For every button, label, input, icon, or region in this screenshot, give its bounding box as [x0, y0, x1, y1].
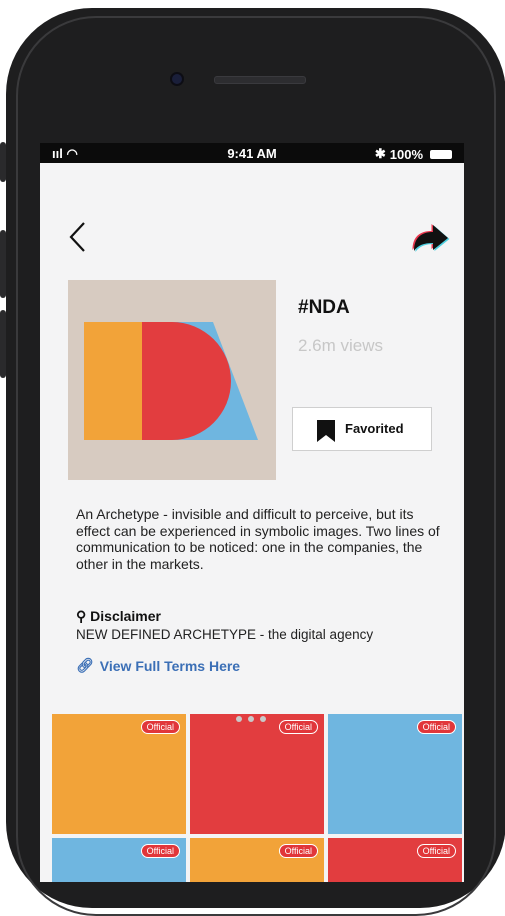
official-badge: Official	[140, 844, 180, 858]
disclaimer-heading: ⚲ Disclaimer	[76, 608, 161, 625]
disclaimer-title: Disclaimer	[90, 608, 161, 624]
official-badge: Official	[278, 844, 318, 858]
bluetooth-icon: ✱	[374, 146, 386, 161]
grid-tile[interactable]: Official	[52, 714, 186, 834]
volume-up-button	[0, 230, 6, 298]
view-terms-link[interactable]: 🔗︎ View Full Terms Here	[76, 657, 240, 674]
battery-icon	[430, 149, 452, 159]
da-logo-art	[84, 322, 258, 440]
page-dot	[260, 716, 266, 722]
official-badge: Official	[140, 720, 180, 734]
item-title: #NDA	[298, 297, 350, 318]
page-dot	[248, 716, 254, 722]
location-pin-icon: ⚲	[76, 608, 87, 624]
link-icon: 🔗︎	[76, 657, 94, 673]
status-bar: ııl ◠ 9:41 AM ✱ 100%	[40, 143, 464, 163]
disclaimer-text: NEW DEFINED ARCHETYPE - the digital agen…	[76, 627, 374, 642]
grid-tile[interactable]: Official	[328, 838, 462, 882]
official-badge: Official	[278, 720, 318, 734]
official-badge: Official	[416, 720, 456, 734]
grid-tile[interactable]: Official	[52, 838, 186, 882]
mute-switch	[0, 142, 6, 182]
earpiece-speaker	[214, 76, 306, 84]
front-camera	[170, 72, 184, 86]
description-text: An Archetype - invisible and difficult t…	[76, 506, 440, 572]
chevron-left-icon	[69, 222, 85, 252]
bookmark-icon	[317, 420, 335, 442]
volume-down-button	[0, 310, 6, 378]
grid-tile[interactable]: Official	[190, 714, 324, 834]
grid-tile[interactable]: Official	[190, 838, 324, 882]
grid-tile[interactable]: Official	[328, 714, 462, 834]
album-cover-art[interactable]	[68, 280, 276, 480]
status-right: ✱ 100%	[375, 146, 452, 162]
official-badge: Official	[416, 844, 456, 858]
share-button[interactable]	[408, 221, 452, 255]
share-arrow-icon	[412, 224, 450, 252]
favorite-label: Favorited	[345, 421, 404, 436]
page-dot	[236, 716, 242, 722]
back-button[interactable]	[66, 220, 90, 254]
battery-percent: 100%	[389, 146, 423, 162]
favorite-button[interactable]: Favorited	[292, 407, 432, 451]
terms-label: View Full Terms Here	[99, 657, 241, 674]
page-indicator	[236, 716, 266, 722]
app-screen: ııl ◠ 9:41 AM ✱ 100% #NDA 2.6m views Fav…	[40, 143, 464, 882]
view-count: 2.6m views	[298, 336, 384, 355]
